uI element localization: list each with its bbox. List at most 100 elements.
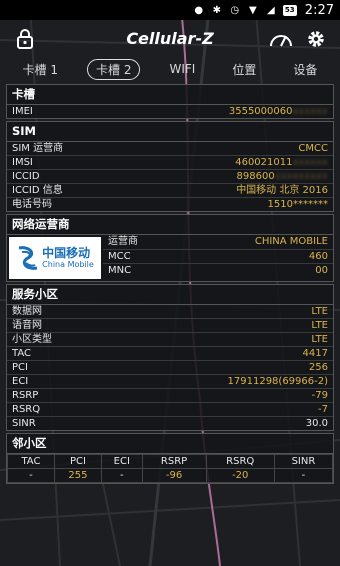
serving-row: TAC 4417 xyxy=(7,347,333,361)
rsrp-label: RSRP xyxy=(12,390,39,401)
battery-icon: 53 xyxy=(282,4,297,16)
alarm-icon: ◷ xyxy=(230,4,240,16)
tab-wifi[interactable]: WIFI xyxy=(161,60,203,78)
mcc-value: 460 xyxy=(308,250,328,262)
serving-row: RSRP -79 xyxy=(7,389,333,403)
neighbor-header-rsrp: RSRP xyxy=(141,454,207,469)
serving-row: ECI 17911298(69966-2) xyxy=(7,375,333,389)
sinr-value: 30.0 xyxy=(305,418,328,429)
sim-operator-value: CMCC xyxy=(298,143,328,154)
neighbor-header-tac: TAC xyxy=(7,454,55,469)
neighbor-cell-eci: - xyxy=(101,468,143,483)
tab-location[interactable]: 位置 xyxy=(224,59,264,80)
rsrq-label: RSRQ xyxy=(12,404,41,415)
gear-icon xyxy=(308,31,324,47)
wifi-icon: ▼ xyxy=(248,4,257,16)
pci-value: 256 xyxy=(308,362,328,373)
imei-value: 3555000060 xyxy=(228,106,293,117)
imei-masked: xxxxxx xyxy=(292,106,328,117)
mcc-label: MCC xyxy=(108,250,131,262)
settings-button[interactable] xyxy=(305,28,327,50)
slot-panel-title: 卡槽 xyxy=(7,85,333,105)
sim-row: ICCID 898600xxxxxxxxx xyxy=(7,170,333,184)
sim-row: IMSI 460021011xxxxxx xyxy=(7,156,333,170)
slot-panel: 卡槽 IMEI 3555000060xxxxxx xyxy=(6,84,334,119)
serving-row: SINR 30.0 xyxy=(7,417,333,430)
imsi-masked: xxxxxx xyxy=(292,157,328,168)
serving-row: 语音网 LTE xyxy=(7,319,333,333)
iccid-info-value: 中国移动 北京 2016 xyxy=(236,185,328,196)
tac-label: TAC xyxy=(12,348,31,359)
sim-panel-title: SIM xyxy=(7,122,333,142)
neighbor-header-rsrq: RSRQ xyxy=(205,454,275,469)
rsrp-value: -79 xyxy=(311,390,328,401)
sinr-label: SINR xyxy=(12,418,36,429)
neighbor-cell-pci: 255 xyxy=(53,468,103,483)
serving-row: RSRQ -7 xyxy=(7,403,333,417)
serving-row: 数据网 LTE xyxy=(7,305,333,319)
data-network-value: LTE xyxy=(311,306,328,317)
sim-row: SIM 运营商 CMCC xyxy=(7,142,333,156)
sim-panel: SIM SIM 运营商 CMCC IMSI 460021011xxxxxx IC… xyxy=(6,121,334,212)
app-toolbar: Cellular-Z xyxy=(0,20,340,56)
rsrq-value: -7 xyxy=(318,404,328,415)
china-mobile-logo: 中国移动 China Mobile xyxy=(9,237,101,279)
gauge-icon xyxy=(270,35,292,47)
cell-type-label: 小区类型 xyxy=(12,334,52,345)
phone-number-value: 1510******* xyxy=(267,199,328,210)
tab-slot-1[interactable]: 卡槽 1 xyxy=(15,59,66,80)
iccid-label: ICCID xyxy=(12,171,40,182)
tab-slot-2[interactable]: 卡槽 2 xyxy=(87,58,141,80)
operator-panel-title: 网络运营商 xyxy=(7,215,333,235)
signal-icon: ◢ xyxy=(266,4,275,16)
operator-row: MCC 460 xyxy=(103,250,333,264)
location-icon: ● xyxy=(194,4,204,16)
eci-label: ECI xyxy=(12,376,29,387)
neighbor-cell-sinr: - xyxy=(273,468,334,483)
imsi-value: 460021011 xyxy=(235,157,293,168)
sim-row: 电话号码 1510******* xyxy=(7,198,333,211)
sim-row: ICCID 信息 中国移动 北京 2016 xyxy=(7,184,333,198)
serving-cell-panel-title: 服务小区 xyxy=(7,285,333,305)
operator-name-label: 运营商 xyxy=(108,236,138,247)
voice-network-value: LTE xyxy=(311,320,328,331)
table-row[interactable]: - 255 - -96 -20 - xyxy=(7,468,334,483)
sim-operator-label: SIM 运营商 xyxy=(12,143,64,154)
eci-value: 17911298(69966-2) xyxy=(227,376,328,387)
neighbor-cell-panel-title: 邻小区 xyxy=(7,434,333,454)
cell-type-value: LTE xyxy=(311,334,328,345)
status-bar: ● ✱ ◷ ▼ ◢ 53 2:27 xyxy=(0,0,340,20)
tac-value: 4417 xyxy=(302,348,328,359)
mnc-label: MNC xyxy=(108,265,132,276)
clock: 2:27 xyxy=(304,2,334,18)
iccid-info-label: ICCID 信息 xyxy=(12,185,63,196)
operator-row: MNC 00 xyxy=(103,264,333,278)
imei-row: IMEI 3555000060xxxxxx xyxy=(7,105,333,118)
logo-text-zh: 中国移动 xyxy=(42,246,91,260)
iccid-value: 898600 xyxy=(236,171,275,182)
pci-label: PCI xyxy=(12,362,28,373)
tab-device[interactable]: 设备 xyxy=(285,59,325,80)
china-mobile-logo-mark-icon xyxy=(18,246,38,270)
operator-panel: 网络运营商 中国移动 China Mobile 运营商 CHINA MOBILE xyxy=(6,214,334,282)
operator-name-value: CHINA MOBILE xyxy=(254,236,328,247)
neighbor-cell-rsrp: -96 xyxy=(141,468,207,483)
bluetooth-icon: ✱ xyxy=(212,4,221,16)
imsi-label: IMSI xyxy=(12,157,33,168)
neighbor-cell-rsrq: -20 xyxy=(205,468,275,483)
speed-test-button[interactable] xyxy=(268,28,294,50)
serving-row: 小区类型 LTE xyxy=(7,333,333,347)
data-network-label: 数据网 xyxy=(12,306,42,317)
neighbor-table-header: TAC PCI ECI RSRP RSRQ SINR xyxy=(7,454,334,469)
imei-label: IMEI xyxy=(12,106,33,117)
neighbor-header-eci: ECI xyxy=(101,454,143,469)
neighbor-header-sinr: SINR xyxy=(273,454,334,469)
serving-row: PCI 256 xyxy=(7,361,333,375)
logo-text-en: China Mobile xyxy=(42,260,94,269)
voice-network-label: 语音网 xyxy=(12,320,42,331)
operator-row: 运营商 CHINA MOBILE xyxy=(103,235,333,250)
tab-bar: 卡槽 1 卡槽 2 WIFI 位置 设备 xyxy=(0,56,340,82)
neighbor-table: TAC PCI ECI RSRP RSRQ SINR - 255 - -96 -… xyxy=(7,454,334,483)
neighbor-cell-tac: - xyxy=(7,468,55,483)
serving-cell-panel: 服务小区 数据网 LTE 语音网 LTE 小区类型 LTE TAC 4417 PCI 25… xyxy=(6,284,334,431)
